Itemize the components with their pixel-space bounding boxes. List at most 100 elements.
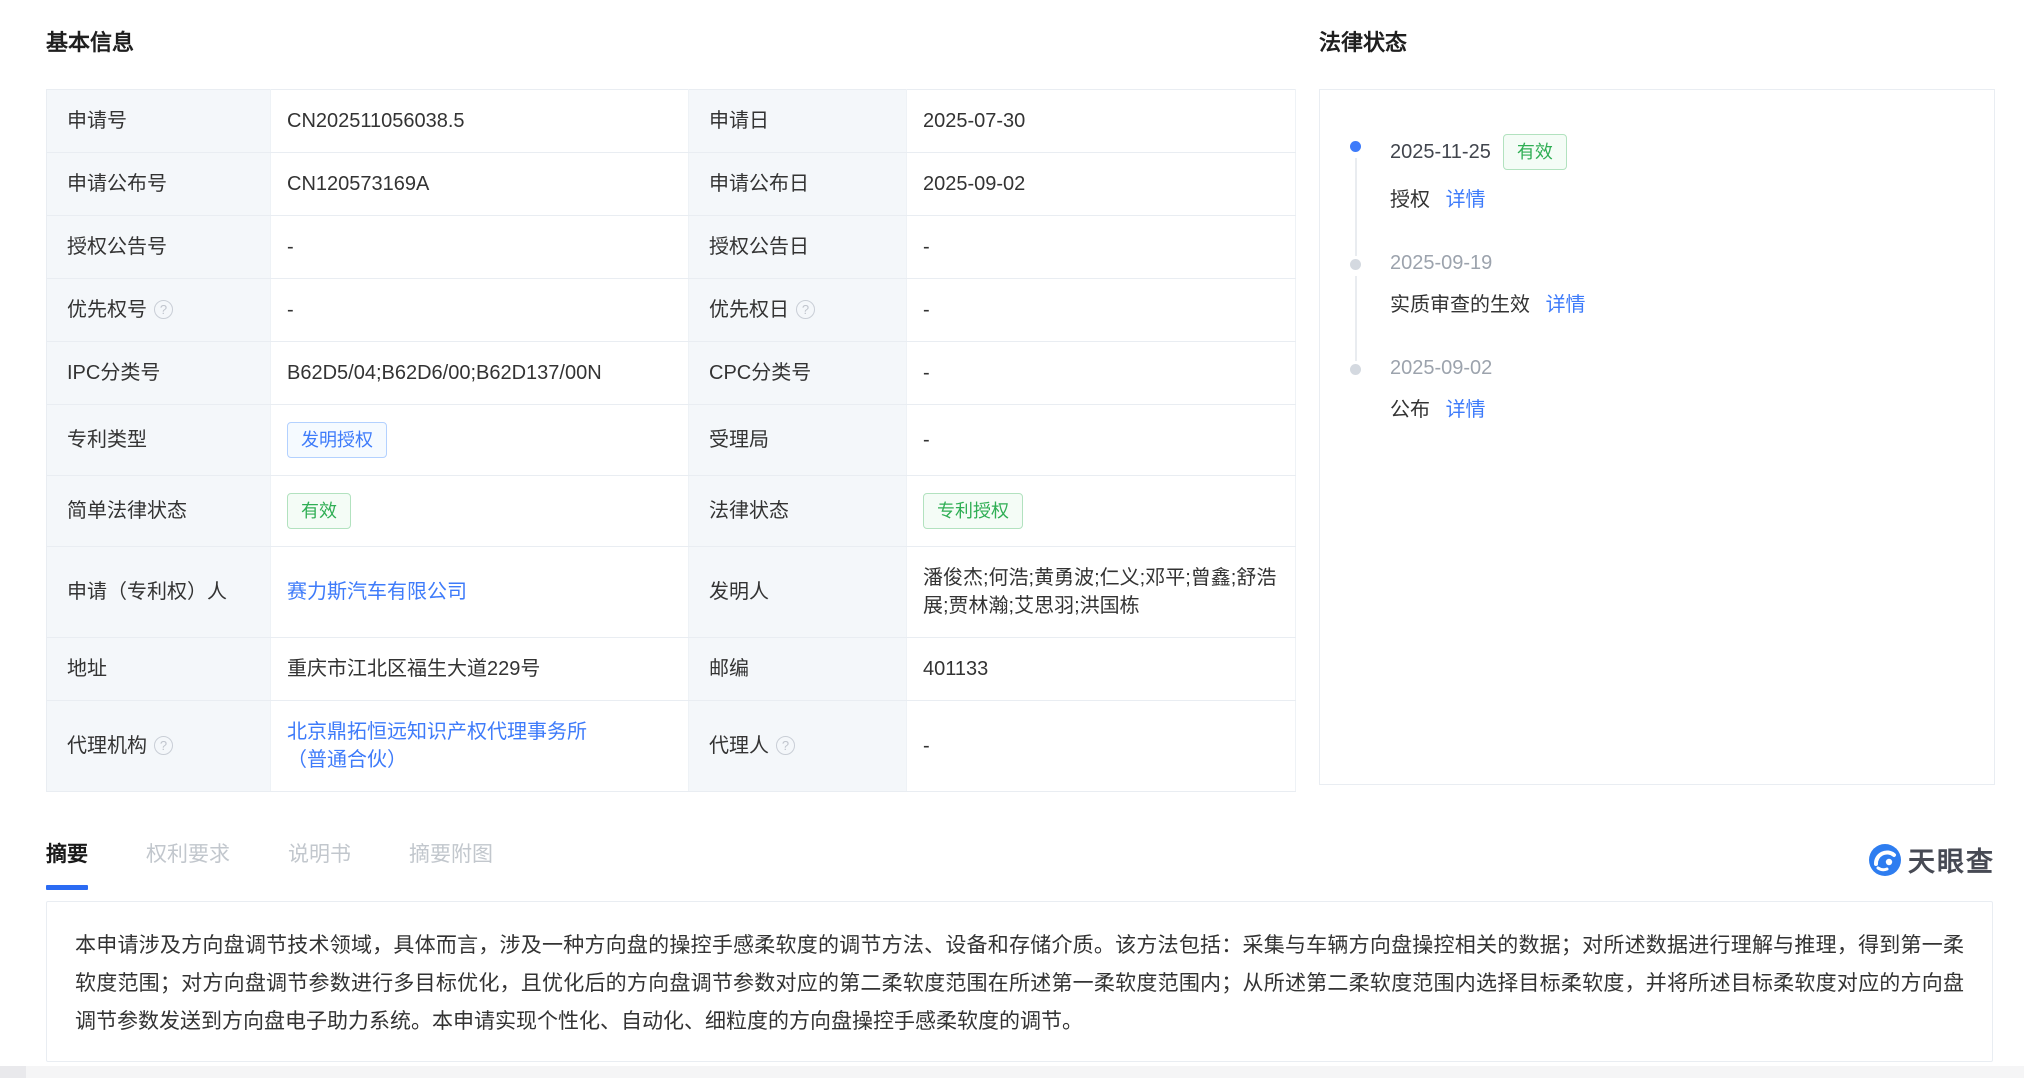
value-simple-legal-status: 有效 (271, 476, 689, 547)
timeline-date: 2025-09-02 (1390, 357, 1492, 380)
value-address: 重庆市江北区福生大道229号 (271, 638, 689, 701)
priority-date-text: 优先权日 (709, 299, 789, 321)
brand-text: 天眼查 (1908, 840, 1995, 879)
value-grant-date: - (907, 216, 1296, 279)
timeline-event-row: 公布 详情 (1390, 393, 1974, 422)
value-priority-number: - (271, 279, 689, 342)
patent-granted-badge: 专利授权 (923, 493, 1023, 529)
timeline-date-row: 2025-11-25 有效 (1390, 134, 1974, 170)
timeline-date-row: 2025-09-19 (1390, 252, 1974, 275)
timeline-event: 公布 (1390, 399, 1430, 421)
table-row: 地址 重庆市江北区福生大道229号 邮编 401133 (47, 638, 1296, 701)
footer-strip (0, 1066, 2024, 1078)
value-legal-status: 专利授权 (907, 476, 1296, 547)
value-applicant: 赛力斯汽车有限公司 (271, 547, 689, 638)
footer-notch (0, 1066, 26, 1078)
applicant-link[interactable]: 赛力斯汽车有限公司 (287, 581, 467, 603)
timeline-dot-icon (1350, 364, 1361, 375)
table-row: 专利类型 发明授权 受理局 - (47, 405, 1296, 476)
table-row: 申请公布号 CN120573169A 申请公布日 2025-09-02 (47, 153, 1296, 216)
tabs-row: 摘要 权利要求 说明书 摘要附图 天眼查 (46, 838, 1995, 884)
abstract-box: 本申请涉及方向盘调节技术领域，具体而言，涉及一种方向盘的操控手感柔软度的调节方法… (46, 901, 1993, 1062)
value-application-date: 2025-07-30 (907, 90, 1296, 153)
table-row: 优先权号? - 优先权日? - (47, 279, 1296, 342)
valid-badge: 有效 (1503, 134, 1567, 170)
table-row: 申请（专利权）人 赛力斯汽车有限公司 发明人 潘俊杰;何浩;黄勇波;仁义;邓平;… (47, 547, 1296, 638)
table-row: 简单法律状态 有效 法律状态 专利授权 (47, 476, 1296, 547)
value-agency: 北京鼎拓恒远知识产权代理事务所 （普通合伙） (271, 701, 689, 792)
value-patent-type: 发明授权 (271, 405, 689, 476)
help-icon[interactable]: ? (154, 300, 173, 319)
timeline-dot-icon (1350, 141, 1361, 152)
agency-link[interactable]: 北京鼎拓恒远知识产权代理事务所 （普通合伙） (287, 721, 587, 771)
label-applicant: 申请（专利权）人 (47, 547, 271, 638)
agent-text: 代理人 (709, 735, 769, 757)
timeline-event: 授权 (1390, 189, 1430, 211)
timeline-date-row: 2025-09-02 (1390, 357, 1974, 380)
tab-abstract-figure[interactable]: 摘要附图 (409, 838, 493, 890)
timeline-event: 实质审查的生效 (1390, 294, 1530, 316)
detail-link[interactable]: 详情 (1546, 294, 1586, 316)
tianyancha-logo: 天眼查 (1868, 840, 1995, 879)
timeline-event-row: 实质审查的生效 详情 (1390, 288, 1974, 317)
help-icon[interactable]: ? (776, 736, 795, 755)
label-ipc-class: IPC分类号 (47, 342, 271, 405)
patent-type-badge[interactable]: 发明授权 (287, 422, 387, 458)
basic-info-title: 基本信息 (46, 25, 1295, 57)
label-publication-date: 申请公布日 (689, 153, 907, 216)
value-grant-number: - (271, 216, 689, 279)
label-application-date: 申请日 (689, 90, 907, 153)
label-application-number: 申请号 (47, 90, 271, 153)
label-priority-number: 优先权号? (47, 279, 271, 342)
legal-status-timeline: 2025-11-25 有效 授权 详情 2025-09-19 实质审查的生效 详… (1319, 89, 1995, 785)
label-agency: 代理机构? (47, 701, 271, 792)
label-inventors: 发明人 (689, 547, 907, 638)
legal-status-section: 法律状态 2025-11-25 有效 授权 详情 2025-09-19 实质审查… (1319, 25, 1995, 785)
table-row: 代理机构? 北京鼎拓恒远知识产权代理事务所 （普通合伙） 代理人? - (47, 701, 1296, 792)
timeline-item: 2025-09-02 公布 详情 (1350, 357, 1974, 462)
value-agent: - (907, 701, 1296, 792)
label-address: 地址 (47, 638, 271, 701)
value-publication-number: CN120573169A (271, 153, 689, 216)
detail-link[interactable]: 详情 (1446, 399, 1486, 421)
table-row: 申请号 CN202511056038.5 申请日 2025-07-30 (47, 90, 1296, 153)
label-agent: 代理人? (689, 701, 907, 792)
label-receiving-office: 受理局 (689, 405, 907, 476)
value-cpc-class: - (907, 342, 1296, 405)
tab-abstract[interactable]: 摘要 (46, 838, 88, 890)
value-postcode: 401133 (907, 638, 1296, 701)
value-inventors: 潘俊杰;何浩;黄勇波;仁义;邓平;曾鑫;舒浩展;贾林瀚;艾思羽;洪国栋 (907, 547, 1296, 638)
timeline-event-row: 授权 详情 (1390, 183, 1974, 212)
table-row: 授权公告号 - 授权公告日 - (47, 216, 1296, 279)
label-legal-status: 法律状态 (689, 476, 907, 547)
help-icon[interactable]: ? (796, 300, 815, 319)
timeline-date: 2025-11-25 (1390, 141, 1491, 164)
detail-link[interactable]: 详情 (1446, 189, 1486, 211)
timeline-item: 2025-09-19 实质审查的生效 详情 (1350, 252, 1974, 357)
label-patent-type: 专利类型 (47, 405, 271, 476)
abstract-text: 本申请涉及方向盘调节技术领域，具体而言，涉及一种方向盘的操控手感柔软度的调节方法… (75, 927, 1964, 1041)
priority-number-text: 优先权号 (67, 299, 147, 321)
timeline-date: 2025-09-19 (1390, 252, 1492, 275)
tabs: 摘要 权利要求 说明书 摘要附图 (46, 838, 1995, 890)
legal-status-title: 法律状态 (1319, 25, 1995, 57)
table-row: IPC分类号 B62D5/04;B62D6/00;B62D137/00N CPC… (47, 342, 1296, 405)
timeline-dot-icon (1350, 259, 1361, 270)
timeline-item: 2025-11-25 有效 授权 详情 (1350, 134, 1974, 252)
value-application-number: CN202511056038.5 (271, 90, 689, 153)
label-grant-number: 授权公告号 (47, 216, 271, 279)
label-publication-number: 申请公布号 (47, 153, 271, 216)
valid-status-badge: 有效 (287, 493, 351, 529)
tab-claims[interactable]: 权利要求 (146, 838, 230, 890)
agency-text: 代理机构 (67, 735, 147, 757)
value-publication-date: 2025-09-02 (907, 153, 1296, 216)
help-icon[interactable]: ? (154, 736, 173, 755)
label-simple-legal-status: 简单法律状态 (47, 476, 271, 547)
tianyancha-logo-icon (1868, 843, 1902, 877)
label-priority-date: 优先权日? (689, 279, 907, 342)
value-ipc-class: B62D5/04;B62D6/00;B62D137/00N (271, 342, 689, 405)
basic-info-table: 申请号 CN202511056038.5 申请日 2025-07-30 申请公布… (46, 89, 1296, 792)
basic-info-section: 基本信息 申请号 CN202511056038.5 申请日 2025-07-30… (46, 25, 1295, 792)
value-receiving-office: - (907, 405, 1296, 476)
tab-description[interactable]: 说明书 (288, 838, 351, 890)
